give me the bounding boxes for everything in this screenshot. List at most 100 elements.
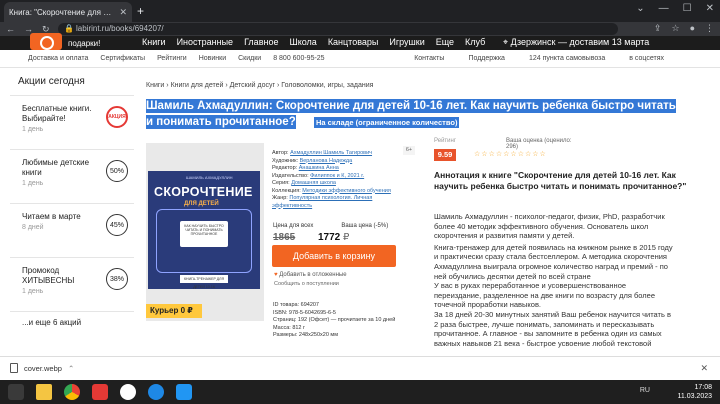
menu-item[interactable]: Иностранные [177, 37, 234, 47]
share-icon[interactable]: ⇪ [654, 23, 662, 34]
promo-item[interactable]: Читаем в марте 8 дней 45% [10, 203, 134, 257]
subnav-link[interactable]: Сертификаты [100, 55, 145, 62]
site-header: подарки! Книги Иностранные Главное Школа… [0, 33, 720, 50]
labirint-logo-icon[interactable] [30, 33, 62, 50]
lock-icon: 🔒 [64, 24, 74, 33]
star-icon[interactable]: ☆ [503, 150, 509, 158]
bookmark-star-icon[interactable]: ☆ [671, 23, 679, 34]
new-tab-icon[interactable]: + [137, 4, 144, 18]
menu-item[interactable]: Книги [142, 37, 166, 47]
menu-kebab-icon[interactable]: ⋮ [705, 23, 714, 34]
chevron-down-icon[interactable]: ⌄ [636, 3, 644, 14]
star-icon[interactable]: ☆ [525, 150, 531, 158]
detail-line: ISBN: 978-5-6042695-6-5 [273, 309, 336, 316]
author-link[interactable]: Ахмадуллин Шамиль Тагирович [290, 150, 372, 156]
url-field[interactable]: 🔒 labirint.ru/books/694207/ [58, 23, 618, 35]
subnav-link[interactable]: Скидки [238, 55, 261, 62]
profile-icon[interactable]: ● [690, 23, 695, 34]
subnav-link[interactable]: Контакты [414, 55, 444, 62]
age-badge: 6+ [403, 146, 415, 155]
annotation-paragraph: Шамиль Ахмадуллин - психолог-педагог, фи… [434, 212, 665, 241]
maximize-icon[interactable]: ☐ [683, 3, 692, 14]
subnav-link[interactable]: в соцсетях [629, 55, 664, 62]
breadcrumb-item[interactable]: Детский досуг [230, 82, 275, 89]
menu-item[interactable]: Еще [436, 37, 454, 47]
pdf-icon[interactable] [92, 384, 108, 400]
book-cover-image[interactable]: ШАМИЛЬ АХМАДУЛЛИН СКОРОЧТЕНИЕ ДЛЯ ДЕТЕЙ … [148, 171, 260, 289]
subnav-link[interactable]: Поддержка [468, 55, 505, 62]
delivery-geo[interactable]: ⌖ Дзержинск — доставим 13 марта [503, 37, 649, 48]
series-link[interactable]: Домашняя школа [291, 180, 336, 186]
fav-label: Добавить в отложенные [279, 272, 347, 278]
page-title-line-1: Шамиль Ахмадуллин: Скорочтение для детей… [146, 99, 676, 113]
star-icon[interactable]: ☆ [540, 150, 546, 158]
info-key: Коллекция: [272, 187, 303, 194]
star-icon[interactable]: ☆ [496, 150, 502, 158]
avito-watermark: Avito [608, 360, 650, 377]
promo-badge: 38% [106, 268, 128, 290]
cover-title: СКОРОЧТЕНИЕ [154, 185, 253, 199]
annotation-paragraph: Книга-тренажер для детей появилась на кн… [434, 242, 673, 281]
star-icon[interactable]: ☆ [481, 150, 487, 158]
subnav-link[interactable]: Доставка и оплата [28, 55, 88, 62]
star-icon[interactable]: ☆ [474, 150, 480, 158]
subnav-link[interactable]: Новинки [199, 55, 226, 62]
gifts-text[interactable]: подарки! [68, 39, 100, 48]
rating-votes: Ваша оценка (оценило: 296) [506, 138, 572, 150]
download-filename: cover.webp [24, 363, 62, 373]
star-icon[interactable]: ☆ [518, 150, 524, 158]
close-tab-icon[interactable]: ✕ [119, 7, 127, 18]
promo-item[interactable]: Любимые детские книги 1 день 50% [10, 149, 134, 203]
price-headers: Цена для всех Ваша цена (-5%) [273, 223, 388, 229]
publisher-link[interactable]: Филиппок и К, 2021 г. [310, 173, 364, 179]
subnav-link[interactable]: 124 пункта самовывоза [529, 55, 605, 62]
annotation-viewport: Шамиль Ахмадуллин - психолог-педагог, фи… [434, 212, 684, 357]
files-icon[interactable] [36, 384, 52, 400]
minimize-icon[interactable]: — [659, 3, 669, 14]
annotation-paragraph: У вас в руках переработанное и усовершен… [434, 281, 655, 310]
browser-tab[interactable]: Книга: "Скорочтение для детей 1 ✕ [4, 2, 132, 22]
close-window-icon[interactable]: ✕ [706, 3, 714, 14]
menu-item[interactable]: Клуб [465, 37, 485, 47]
breadcrumb-item[interactable]: Головоломки, игры, задания [281, 82, 373, 89]
menu-item[interactable]: Главное [244, 37, 278, 47]
cover-author: ШАМИЛЬ АХМАДУЛЛИН [186, 175, 233, 180]
star-icon[interactable]: ☆ [532, 150, 538, 158]
back-icon[interactable]: ← [6, 24, 15, 35]
notify-link[interactable]: Сообщить о поступлении [274, 281, 339, 287]
promo-item[interactable]: Бесплатные книги. Выбирайте! 1 день АКЦИ… [10, 95, 134, 149]
star-icon[interactable]: ☆ [510, 150, 516, 158]
info-key: Редактор: [272, 165, 299, 171]
stock-status: На складе (ограниченное количество) [314, 117, 460, 128]
star-rating-input[interactable]: ☆ ☆ ☆ ☆ ☆ ☆ ☆ ☆ ☆ ☆ [474, 150, 546, 158]
phone-number[interactable]: 8 800 600-95-25 [273, 55, 324, 62]
menu-item[interactable]: Игрушки [389, 37, 424, 47]
illustrator-link[interactable]: Верланова Надежда [300, 158, 353, 164]
subnav-link[interactable]: Рейтинги [157, 55, 187, 62]
add-to-cart-button[interactable]: Добавить в корзину [272, 245, 396, 267]
breadcrumb-item[interactable]: Книги для детей [171, 82, 224, 89]
promo-name: Бесплатные книги. Выбирайте! [22, 104, 92, 123]
chrome-icon[interactable] [64, 384, 80, 400]
start-icon[interactable] [8, 384, 24, 400]
info-key: Издательство: [272, 172, 311, 179]
info-key: Жанр: [272, 195, 290, 201]
media-icon[interactable] [148, 384, 164, 400]
book-cover-frame[interactable]: ШАМИЛЬ АХМАДУЛЛИН СКОРОЧТЕНИЕ ДЛЯ ДЕТЕЙ … [146, 143, 264, 321]
editor-link[interactable]: Анашкина Анна [299, 165, 339, 171]
add-to-favorites[interactable]: ♥ Добавить в отложенные [274, 272, 347, 278]
menu-item[interactable]: Канцтовары [328, 37, 379, 47]
more-promos-link[interactable]: ...и еще 6 акций [10, 311, 134, 327]
breadcrumb-item[interactable]: Книги [146, 82, 164, 89]
menu-item[interactable]: Школа [289, 37, 316, 47]
download-item[interactable]: cover.webp ⌃ [10, 363, 74, 373]
info-key: Серия: [272, 180, 292, 186]
address-bar-row: ← → ↻ 🔒 labirint.ru/books/694207/ ⇪ ☆ ● … [0, 22, 720, 36]
collection-link[interactable]: Методики эффективного обучения [302, 188, 391, 194]
mail-icon[interactable] [176, 384, 192, 400]
new-price: 1772 ₽ [318, 232, 349, 243]
chevron-up-icon[interactable]: ⌃ [68, 364, 74, 373]
promo-item[interactable]: Промокод ХИТЫВЕСНЫ 1 день 38% [10, 257, 134, 311]
star-icon[interactable]: ☆ [489, 150, 495, 158]
yandex-icon[interactable] [120, 384, 136, 400]
